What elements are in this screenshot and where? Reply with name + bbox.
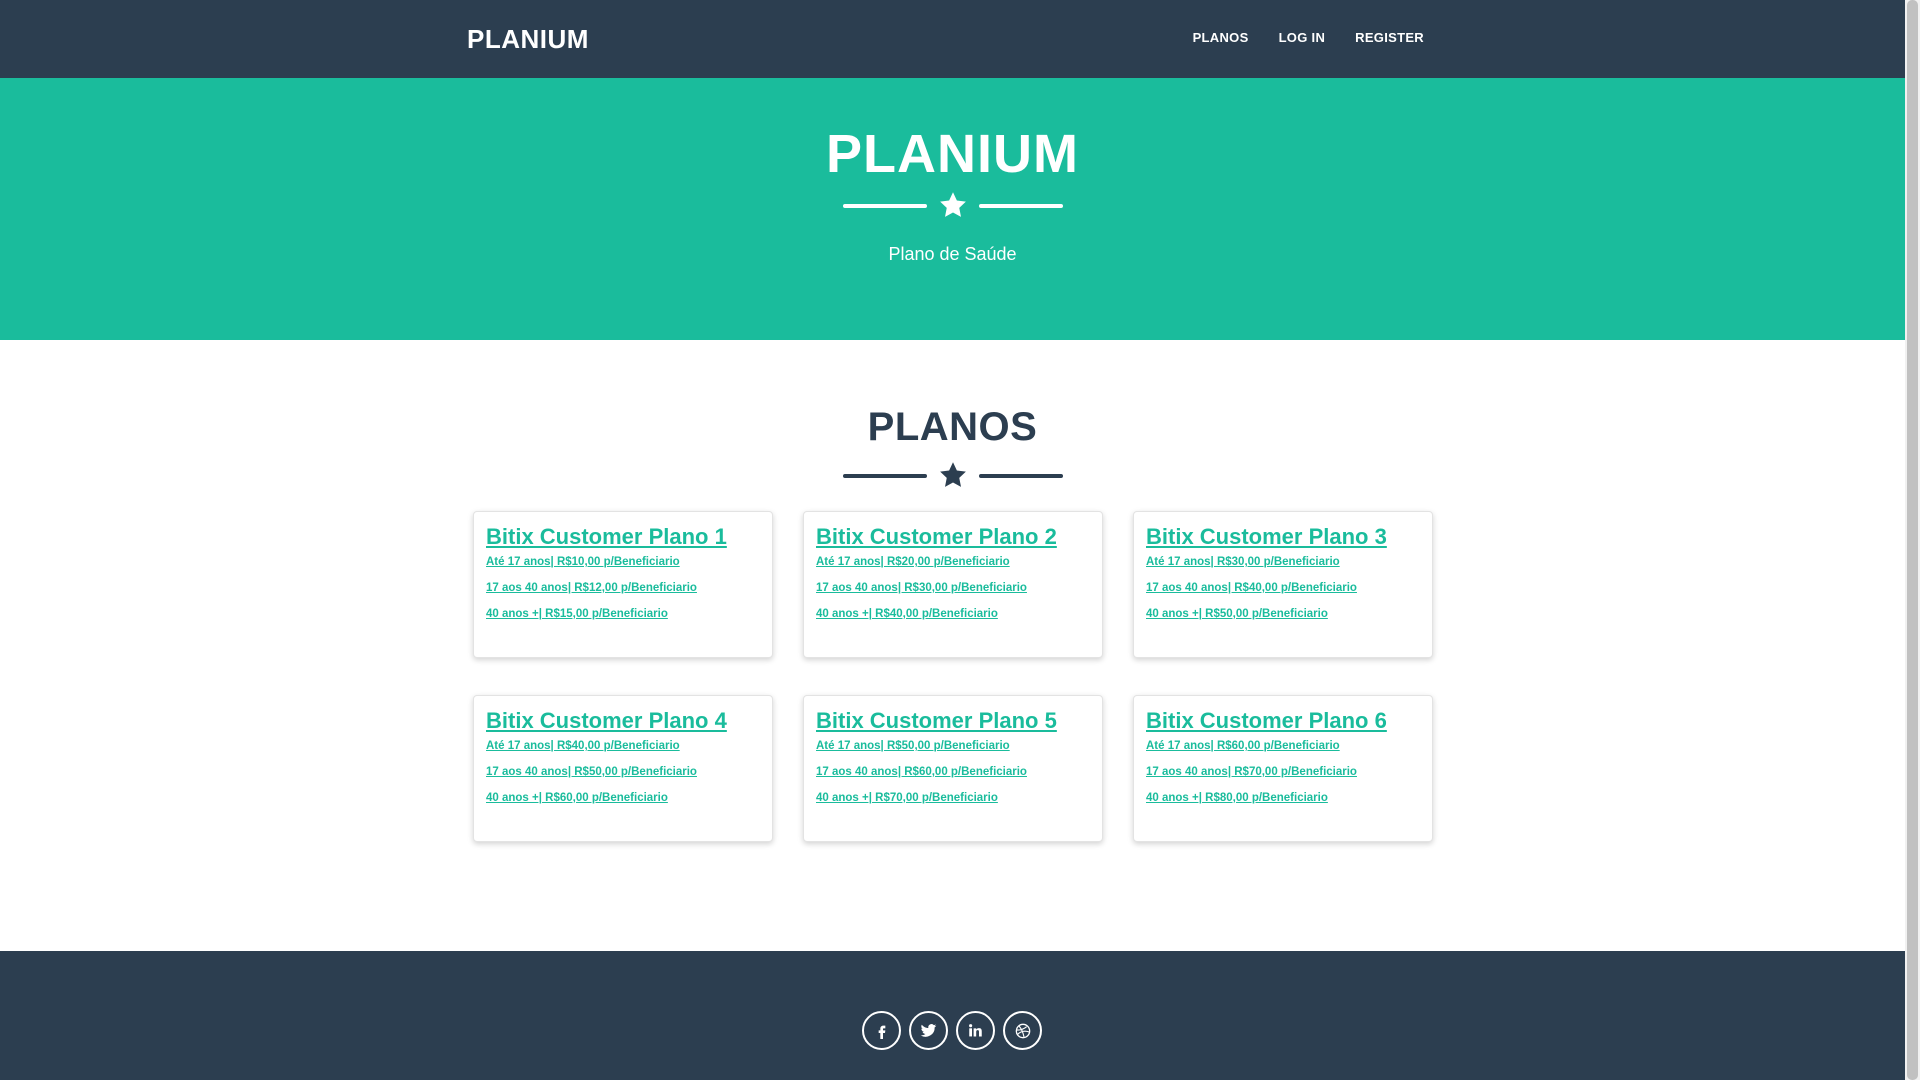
- plan-title-link[interactable]: Bitix Customer Plano 6: [1146, 708, 1420, 734]
- plan-title-link[interactable]: Bitix Customer Plano 1: [486, 524, 760, 550]
- plan-title-link[interactable]: Bitix Customer Plano 5: [816, 708, 1090, 734]
- divider-line-left: [842, 474, 927, 478]
- brand-link[interactable]: PLANIUM: [467, 24, 589, 55]
- page: PLANIUM PLANOS LOG IN REGISTER PLANIUM P…: [0, 0, 1905, 1080]
- masthead-divider: [842, 190, 1063, 220]
- divider-line-right: [978, 474, 1063, 478]
- plan-card: Bitix Customer Plano 5 Até 17 anos| R$50…: [803, 695, 1103, 842]
- plan-price-link[interactable]: Até 17 anos| R$40,00 p/Beneficiario: [486, 740, 760, 752]
- plan-price-link[interactable]: 40 anos +| R$50,00 p/Beneficiario: [1146, 608, 1420, 620]
- nav-link-planos[interactable]: PLANOS: [1193, 30, 1249, 45]
- plan-price-link[interactable]: 17 aos 40 anos| R$50,00 p/Beneficiario: [486, 766, 760, 778]
- plan-price-link[interactable]: Até 17 anos| R$20,00 p/Beneficiario: [816, 556, 1090, 568]
- footer: [0, 951, 1905, 1080]
- nav-links: PLANOS LOG IN REGISTER: [1193, 30, 1424, 45]
- plan-title-link[interactable]: Bitix Customer Plano 2: [816, 524, 1090, 550]
- plan-price-link[interactable]: 17 aos 40 anos| R$40,00 p/Beneficiario: [1146, 582, 1420, 594]
- star-icon: [939, 462, 966, 487]
- plan-price-link[interactable]: Até 17 anos| R$50,00 p/Beneficiario: [816, 740, 1090, 752]
- plan-card: Bitix Customer Plano 1 Até 17 anos| R$10…: [473, 511, 773, 658]
- plan-price-link[interactable]: 40 anos +| R$70,00 p/Beneficiario: [816, 792, 1090, 804]
- plans-divider: [842, 460, 1063, 490]
- twitter-icon: [920, 1024, 937, 1037]
- plan-price-link[interactable]: 40 anos +| R$15,00 p/Beneficiario: [486, 608, 760, 620]
- plan-price-link[interactable]: Até 17 anos| R$60,00 p/Beneficiario: [1146, 740, 1420, 752]
- plan-price-link[interactable]: 40 anos +| R$60,00 p/Beneficiario: [486, 792, 760, 804]
- plan-price-link[interactable]: 17 aos 40 anos| R$70,00 p/Beneficiario: [1146, 766, 1420, 778]
- scrollbar-thumb[interactable]: [1907, 0, 1918, 1080]
- linkedin-icon: [969, 1024, 982, 1037]
- plan-price-link[interactable]: Até 17 anos| R$10,00 p/Beneficiario: [486, 556, 760, 568]
- social-links: [862, 1011, 1042, 1050]
- twitter-button[interactable]: [909, 1011, 948, 1050]
- star-icon: [939, 192, 966, 217]
- plan-price-link[interactable]: 40 anos +| R$80,00 p/Beneficiario: [1146, 792, 1420, 804]
- plan-price-link[interactable]: 17 aos 40 anos| R$60,00 p/Beneficiario: [816, 766, 1090, 778]
- plan-card: Bitix Customer Plano 4 Até 17 anos| R$40…: [473, 695, 773, 842]
- facebook-button[interactable]: [862, 1011, 901, 1050]
- plan-card: Bitix Customer Plano 2 Até 17 anos| R$20…: [803, 511, 1103, 658]
- masthead: PLANIUM Plano de Saúde: [0, 78, 1905, 340]
- masthead-subtitle: Plano de Saúde: [888, 244, 1017, 264]
- scrollbar[interactable]: [1905, 0, 1920, 1080]
- plan-price-link[interactable]: 40 anos +| R$40,00 p/Beneficiario: [816, 608, 1090, 620]
- plan-price-link[interactable]: 17 aos 40 anos| R$12,00 p/Beneficiario: [486, 582, 760, 594]
- dribbble-button[interactable]: [1003, 1011, 1042, 1050]
- linkedin-button[interactable]: [956, 1011, 995, 1050]
- nav-link-log-in[interactable]: LOG IN: [1279, 30, 1326, 45]
- plan-title-link[interactable]: Bitix Customer Plano 3: [1146, 524, 1420, 550]
- divider-line-right: [978, 204, 1063, 208]
- plan-price-link[interactable]: Até 17 anos| R$30,00 p/Beneficiario: [1146, 556, 1420, 568]
- plan-card: Bitix Customer Plano 6 Até 17 anos| R$60…: [1133, 695, 1433, 842]
- plan-price-link[interactable]: 17 aos 40 anos| R$30,00 p/Beneficiario: [816, 582, 1090, 594]
- plans-section-title: PLANOS: [867, 405, 1038, 449]
- dribbble-icon: [1015, 1023, 1030, 1038]
- facebook-icon: [878, 1025, 885, 1039]
- nav-link-register[interactable]: REGISTER: [1355, 30, 1424, 45]
- plan-title-link[interactable]: Bitix Customer Plano 4: [486, 708, 760, 734]
- plan-cards: Bitix Customer Plano 1 Até 17 anos| R$10…: [473, 511, 1433, 842]
- navbar: PLANIUM PLANOS LOG IN REGISTER: [0, 0, 1905, 78]
- masthead-title: PLANIUM: [826, 124, 1079, 184]
- plan-card: Bitix Customer Plano 3 Até 17 anos| R$30…: [1133, 511, 1433, 658]
- divider-line-left: [842, 204, 927, 208]
